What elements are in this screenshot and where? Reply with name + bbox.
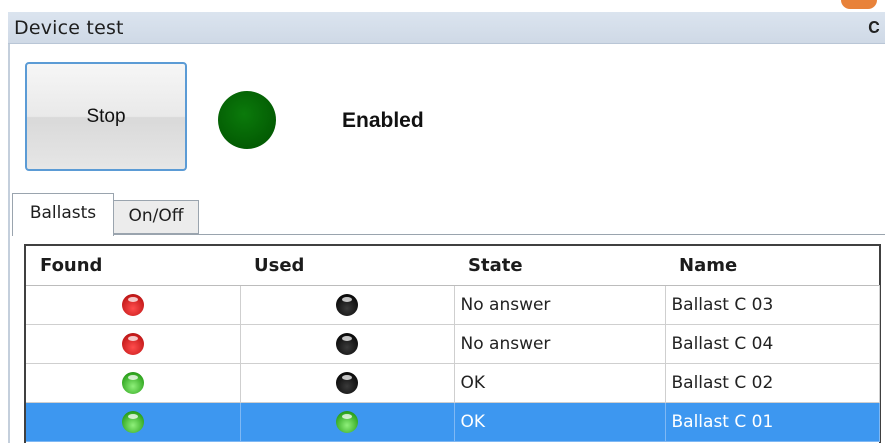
column-header-found[interactable]: Found (26, 246, 240, 286)
found-red-led-icon (121, 293, 144, 316)
status-indicator-icon (218, 91, 276, 149)
used-cell (240, 324, 455, 364)
found-red-led-icon (121, 332, 144, 355)
found-cell (26, 402, 241, 442)
used-cell (240, 363, 455, 403)
name-cell: Ballast C 02 (665, 363, 880, 403)
used-cell (240, 285, 455, 325)
state-cell: No answer (454, 324, 666, 364)
column-header-used[interactable]: Used (240, 246, 454, 286)
state-cell: OK (454, 363, 666, 403)
panel-title: Device test (14, 17, 124, 39)
table-row[interactable]: No answer Ballast C 03 (26, 285, 880, 325)
panel-header: Device test 𝐂 (8, 12, 885, 44)
column-header-state[interactable]: State (454, 246, 665, 286)
ballast-table: Found Used State Name No answer Ballast … (26, 246, 880, 442)
used-black-led-icon (336, 293, 358, 316)
column-header-name[interactable]: Name (665, 246, 879, 286)
status-text: Enabled (342, 109, 424, 132)
ballast-grid: Found Used State Name No answer Ballast … (24, 244, 881, 443)
found-cell (26, 285, 241, 325)
stop-button-label: Stop (86, 105, 126, 127)
state-cell: OK (454, 402, 666, 442)
panel-left-border (8, 44, 10, 443)
found-cell (26, 363, 241, 403)
table-row[interactable]: No answer Ballast C 04 (26, 324, 880, 364)
table-row-selected[interactable]: OK Ballast C 01 (26, 402, 880, 442)
state-cell: No answer (454, 285, 666, 325)
tab-strip-divider (113, 234, 885, 235)
used-black-led-icon (336, 371, 358, 394)
tab-ballasts-label: Ballasts (29, 203, 97, 223)
name-cell: Ballast C 04 (665, 324, 880, 364)
found-cell (26, 324, 241, 364)
name-cell: Ballast C 01 (665, 402, 880, 442)
pin-icon[interactable]: 𝐂 (867, 18, 881, 38)
stop-button[interactable]: Stop (25, 62, 187, 171)
tab-ballasts[interactable]: Ballasts (12, 193, 114, 236)
tab-on-off[interactable]: On/Off (113, 200, 199, 234)
window-corner-accent (841, 0, 877, 9)
used-cell (240, 402, 455, 442)
tab-on-off-label: On/Off (128, 206, 184, 226)
table-header-row: Found Used State Name (26, 246, 879, 286)
table-row[interactable]: OK Ballast C 02 (26, 363, 880, 403)
name-cell: Ballast C 03 (665, 285, 880, 325)
found-green-led-icon (121, 371, 144, 394)
used-black-led-icon (336, 332, 358, 355)
used-green-led-icon (336, 410, 358, 433)
found-green-led-icon (121, 410, 144, 433)
